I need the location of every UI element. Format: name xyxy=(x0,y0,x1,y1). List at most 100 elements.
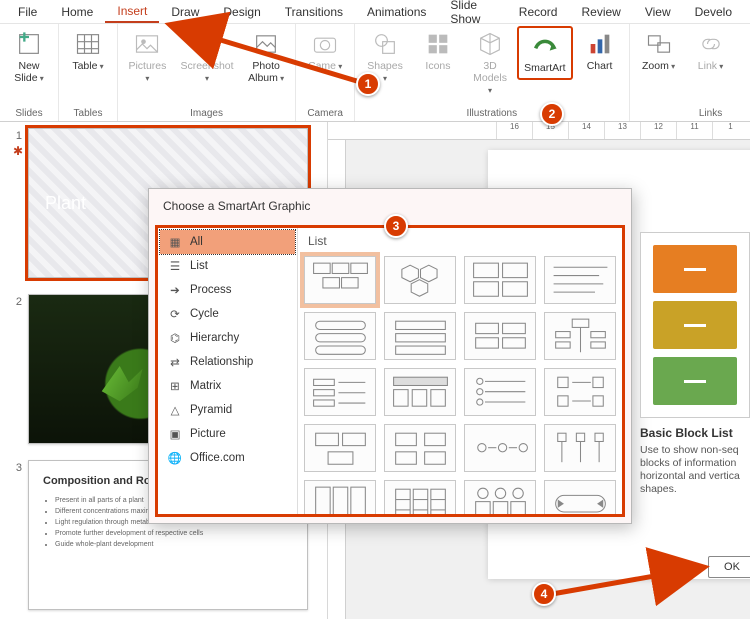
layout-thumb[interactable] xyxy=(464,424,536,472)
smartart-button[interactable]: SmartArt xyxy=(517,26,572,80)
preview-title: Basic Block List xyxy=(640,426,750,440)
link-label: Link xyxy=(698,60,724,72)
ribbon-group-tables: Table Tables xyxy=(59,24,118,121)
photo-album-button[interactable]: Photo Album xyxy=(241,26,291,88)
icons-label: Icons xyxy=(425,60,450,72)
pictures-label: Pictures xyxy=(128,60,167,84)
menu-insert[interactable]: Insert xyxy=(105,1,159,23)
layout-thumb[interactable] xyxy=(464,312,536,360)
menu-home[interactable]: Home xyxy=(49,2,105,22)
ribbon-group-links: Zoom Link Actio Links xyxy=(630,24,750,121)
picture-icon: ▣ xyxy=(168,427,182,441)
photo-album-label: Photo Album xyxy=(248,60,284,84)
layout-thumb[interactable] xyxy=(464,480,536,514)
ribbon-group-slides: New Slide Slides xyxy=(0,24,59,121)
link-button[interactable]: Link xyxy=(686,26,736,76)
cube-icon xyxy=(476,30,504,58)
layout-thumb[interactable] xyxy=(384,480,456,514)
new-slide-button[interactable]: New Slide xyxy=(4,26,54,88)
category-hierarchy[interactable]: ⌬Hierarchy xyxy=(160,326,295,350)
all-icon: ▦ xyxy=(168,235,182,249)
category-cycle[interactable]: ⟳Cycle xyxy=(160,302,295,326)
action-button[interactable]: Actio xyxy=(738,26,750,76)
gallery-grid xyxy=(298,250,622,514)
cameo-icon xyxy=(311,30,339,58)
zoom-label: Zoom xyxy=(642,60,675,72)
pyramid-icon: △ xyxy=(168,403,182,417)
menu-view[interactable]: View xyxy=(633,2,683,22)
horizontal-ruler: 1615141312111 xyxy=(328,122,750,140)
layout-thumb[interactable] xyxy=(384,312,456,360)
layout-thumb[interactable] xyxy=(384,256,456,304)
layout-basic-block-list[interactable] xyxy=(304,256,376,304)
layout-thumb[interactable] xyxy=(544,256,616,304)
annotation-badge-3: 3 xyxy=(384,214,408,238)
menubar: File Home Insert Draw Design Transitions… xyxy=(0,0,750,24)
slide-number: 2 xyxy=(6,294,22,444)
3d-models-button[interactable]: 3D Models xyxy=(465,26,515,100)
annotation-badge-4: 4 xyxy=(532,582,556,606)
gallery-header: List xyxy=(298,228,622,250)
smartart-icon xyxy=(531,32,559,60)
ribbon-group-label-illustrations: Illustrations xyxy=(467,107,518,121)
globe-icon: 🌐 xyxy=(168,451,182,465)
slide-1-title: Plant xyxy=(45,193,86,214)
hierarchy-icon: ⌬ xyxy=(168,331,182,345)
category-relationship[interactable]: ⇄Relationship xyxy=(160,350,295,374)
link-icon xyxy=(697,30,725,58)
chart-button[interactable]: Chart xyxy=(575,26,625,76)
3d-models-label: 3D Models xyxy=(471,60,509,96)
ribbon-group-label-images: Images xyxy=(190,107,223,121)
table-button[interactable]: Table xyxy=(63,26,113,76)
layout-thumb[interactable] xyxy=(304,480,376,514)
layout-thumb[interactable] xyxy=(464,368,536,416)
menu-animations[interactable]: Animations xyxy=(355,2,438,22)
category-picture[interactable]: ▣Picture xyxy=(160,422,295,446)
menu-developer[interactable]: Develo xyxy=(683,2,744,22)
category-process[interactable]: ➔Process xyxy=(160,278,295,302)
slide-3-bullet: Promote further development of respectiv… xyxy=(55,530,293,538)
category-list[interactable]: ☰List xyxy=(160,254,295,278)
menu-design[interactable]: Design xyxy=(211,2,272,22)
ribbon-group-label-tables: Tables xyxy=(74,107,103,121)
annotation-badge-1: 1 xyxy=(356,72,380,96)
slide-3-bullet: Guide whole-plant development xyxy=(55,541,293,549)
ribbon-group-label-slides: Slides xyxy=(15,107,42,121)
category-officecom[interactable]: 🌐Office.com xyxy=(160,446,295,470)
screenshot-button[interactable]: Screenshot xyxy=(175,26,239,88)
layout-thumb[interactable] xyxy=(304,424,376,472)
list-icon: ☰ xyxy=(168,259,182,273)
ok-button[interactable]: OK xyxy=(708,556,750,578)
pictures-button[interactable]: Pictures xyxy=(122,26,173,88)
layout-thumb[interactable] xyxy=(544,312,616,360)
process-icon: ➔ xyxy=(168,283,182,297)
ribbon-group-camera: Came Camera xyxy=(296,24,355,121)
zoom-button[interactable]: Zoom xyxy=(634,26,684,76)
layout-thumb[interactable] xyxy=(544,480,616,514)
zoom-icon xyxy=(645,30,673,58)
layout-thumb[interactable] xyxy=(384,368,456,416)
layout-thumb[interactable] xyxy=(544,368,616,416)
pictures-icon xyxy=(133,30,161,58)
layout-thumb[interactable] xyxy=(464,256,536,304)
layout-thumb[interactable] xyxy=(304,368,376,416)
layout-thumb[interactable] xyxy=(544,424,616,472)
icons-button[interactable]: Icons xyxy=(413,26,463,76)
menu-file[interactable]: File xyxy=(6,2,49,22)
layout-preview: Basic Block List Use to show non-seq blo… xyxy=(640,232,750,497)
menu-draw[interactable]: Draw xyxy=(159,2,211,22)
menu-record[interactable]: Record xyxy=(507,2,570,22)
menu-review[interactable]: Review xyxy=(569,2,632,22)
preview-block xyxy=(653,245,737,293)
shapes-icon xyxy=(371,30,399,58)
ribbon-group-illustrations: Shapes Icons 3D Models SmartArt Chart Il… xyxy=(355,24,629,121)
category-pyramid[interactable]: △Pyramid xyxy=(160,398,295,422)
category-matrix[interactable]: ⊞Matrix xyxy=(160,374,295,398)
cameo-button[interactable]: Came xyxy=(300,26,350,76)
layout-thumb[interactable] xyxy=(304,312,376,360)
category-all[interactable]: ▦All xyxy=(160,230,295,254)
new-slide-label: New Slide xyxy=(14,60,44,84)
table-icon xyxy=(74,30,102,58)
layout-thumb[interactable] xyxy=(384,424,456,472)
menu-transitions[interactable]: Transitions xyxy=(273,2,355,22)
